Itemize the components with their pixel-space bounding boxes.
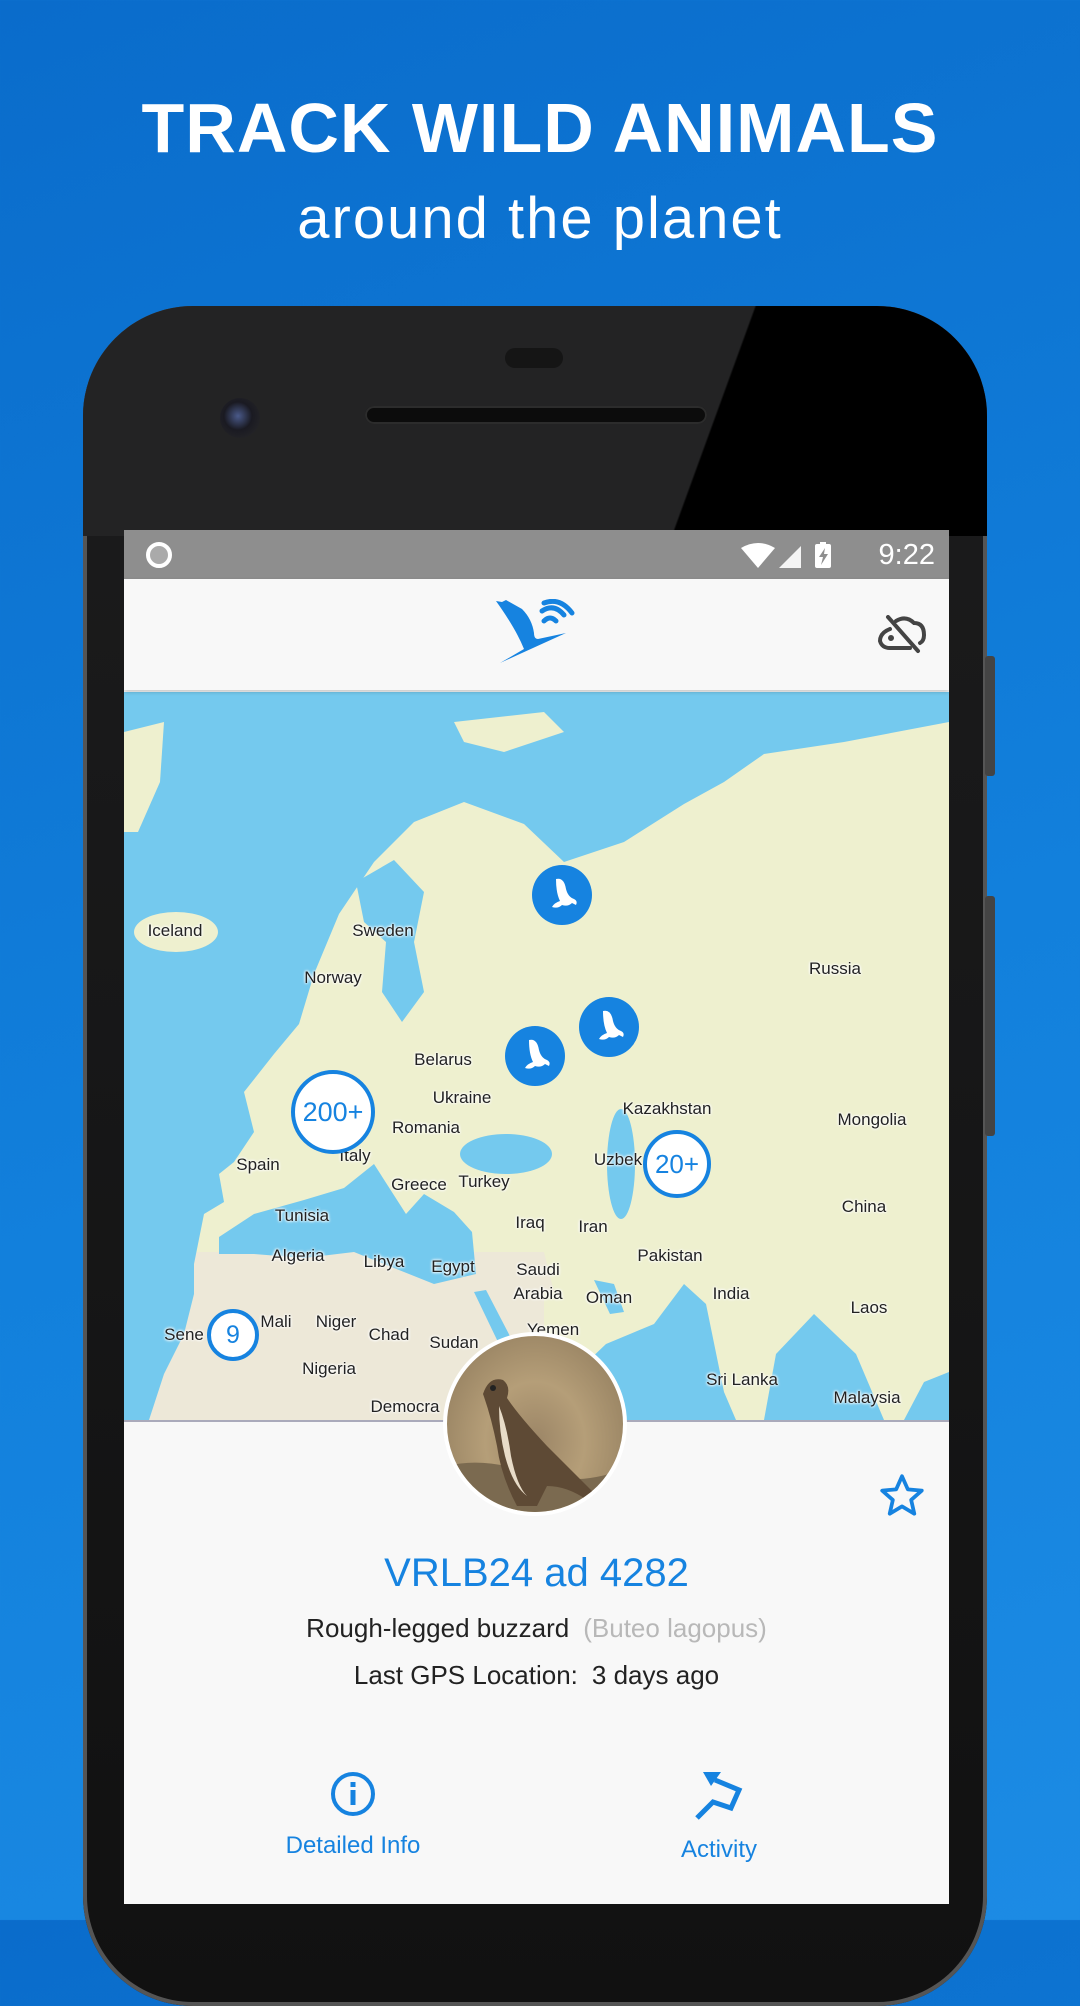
promo-title: TRACK WILD ANIMALS (141, 89, 939, 167)
species-line: Rough-legged buzzard (Buteo lagopus) (124, 1613, 949, 1644)
map-label: Oman (585, 1288, 633, 1307)
map-label: Malaysia (833, 1388, 901, 1407)
animal-marker[interactable] (579, 997, 639, 1057)
map-label: China (841, 1197, 887, 1216)
map-label: Democra (370, 1397, 440, 1416)
map-label: Ukraine (432, 1088, 492, 1107)
favorite-star-icon[interactable] (876, 1471, 928, 1521)
activity-arrow-icon (695, 1772, 743, 1820)
detailed-info-button[interactable]: Detailed Info (243, 1770, 463, 1860)
map-label: Greece (391, 1175, 447, 1194)
wifi-icon (741, 543, 775, 568)
map-view[interactable]: Iceland Sweden Norway Russia Belarus Ukr… (124, 692, 949, 1420)
map-label: Kazakhstan (622, 1099, 712, 1118)
cluster-marker[interactable]: 20+ (643, 1130, 711, 1198)
map-label: Mali (260, 1312, 292, 1331)
activity-label: Activity (680, 1836, 757, 1863)
last-gps-value: 3 days ago (591, 1660, 720, 1690)
cloud-off-icon[interactable] (876, 615, 928, 655)
latin-name: (Buteo lagopus) (583, 1613, 767, 1643)
map-label: Russia (809, 959, 861, 978)
bird-icon (599, 1010, 624, 1040)
map-label: Iran (578, 1217, 608, 1236)
last-gps-label: Last GPS Location: (353, 1660, 578, 1690)
map-label: Saudi (516, 1260, 560, 1279)
activity-button[interactable]: Activity (609, 1770, 829, 1864)
map-label: Romania (391, 1118, 461, 1137)
map-label: Turkey (458, 1172, 510, 1191)
map-label: Niger (315, 1312, 357, 1331)
map-label: Libya (363, 1252, 405, 1271)
map-label: Iceland (147, 921, 203, 940)
sensor (505, 348, 563, 368)
bird-icon (552, 878, 577, 908)
map-label: Laos (850, 1298, 888, 1317)
cell-signal-icon (779, 546, 801, 568)
speaker-grille (365, 406, 707, 424)
map-label: India (712, 1284, 750, 1303)
map-label: Sri Lanka (706, 1370, 778, 1389)
last-gps-line: Last GPS Location: 3 days ago (124, 1660, 949, 1691)
battery-charging-icon (815, 542, 831, 568)
front-camera (220, 398, 260, 438)
app-bar (124, 579, 949, 690)
common-name: Rough-legged buzzard (306, 1613, 570, 1643)
cluster-marker[interactable]: 200+ (291, 1070, 375, 1154)
map-label: Mongolia (837, 1110, 907, 1129)
map-label: Sene (164, 1325, 204, 1344)
volume-button (985, 896, 995, 1136)
animal-marker[interactable] (532, 865, 592, 925)
map-label: Arabia (513, 1284, 563, 1303)
info-icon (331, 1772, 375, 1816)
map-label: Nigeria (302, 1359, 356, 1378)
map-label: Tunisia (274, 1206, 330, 1225)
map-label: Chad (368, 1325, 410, 1344)
map-label: Algeria (271, 1246, 325, 1265)
map-label: Belarus (414, 1050, 472, 1069)
clock: 9:22 (878, 539, 935, 571)
map-label: Egypt (431, 1257, 475, 1276)
notification-circle-icon (146, 542, 172, 568)
power-button (985, 656, 995, 776)
map-label: Iraq (515, 1213, 545, 1232)
bird-signal-logo[interactable] (494, 599, 584, 671)
promo-subtitle: around the planet (297, 186, 783, 251)
status-icons (741, 542, 831, 568)
animal-marker[interactable] (505, 1026, 565, 1086)
animal-name: VRLB24 ad 4282 (384, 1551, 689, 1595)
animal-photo[interactable] (443, 1332, 627, 1516)
detailed-info-label: Detailed Info (285, 1832, 421, 1859)
app-screen: 9:22 Iceland Sweden Norway Russia Belaru… (124, 530, 949, 1904)
map-label: Sudan (429, 1333, 479, 1352)
map-label: Spain (236, 1155, 280, 1174)
cluster-marker[interactable]: 9 (207, 1309, 259, 1361)
buzzard-image (447, 1379, 623, 1512)
map-label: Uzbek (593, 1150, 643, 1169)
map-label: Norway (304, 968, 362, 987)
status-bar: 9:22 (124, 530, 949, 579)
map-label: Pakistan (637, 1246, 703, 1265)
map-label: Sweden (352, 921, 414, 940)
bird-icon (525, 1039, 550, 1069)
